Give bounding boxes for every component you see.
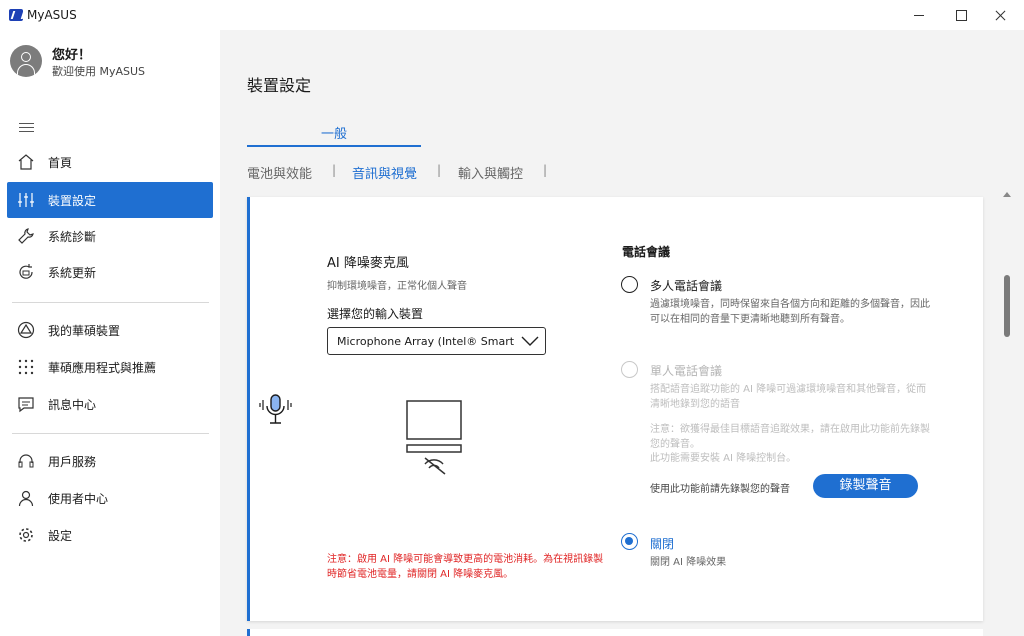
multi-conference-desc: 過濾環境噪音，同時保留來自各個方向和距離的多個聲音，因此可以在相同的音量下更清晰… xyxy=(650,299,930,325)
scrollbar-thumb[interactable] xyxy=(1004,275,1010,337)
headset-icon xyxy=(18,454,34,468)
sidebar-item-customer-support[interactable]: 用戶服務 xyxy=(7,443,213,479)
sidebar-item-system-update[interactable]: 系統更新 xyxy=(7,254,213,290)
record-voice-button[interactable]: 錄製聲音 xyxy=(813,474,918,498)
sidebar-item-label: 系統診斷 xyxy=(48,230,97,244)
sidebar-item-label: 訊息中心 xyxy=(48,398,97,412)
multi-conference-radio[interactable] xyxy=(621,276,638,293)
subtab-battery-performance[interactable]: 電池與效能 xyxy=(247,163,312,182)
page-title: 裝置設定 xyxy=(247,76,312,95)
sidebar-item-label: 華碩應用程式與推薦 xyxy=(48,361,157,375)
input-device-select[interactable]: Microphone Array (Intel® Smart Sound Tec… xyxy=(327,327,546,355)
next-card-edge xyxy=(247,629,983,636)
welcome-text: 歡迎使用 MyASUS xyxy=(52,65,146,78)
sidebar-item-label: 使用者中心 xyxy=(48,492,109,506)
feature-description: 抑制環境噪音，正常化個人聲音 xyxy=(327,281,467,292)
subtab-input-touch[interactable]: 輸入與觸控 xyxy=(458,163,523,182)
scrollbar[interactable] xyxy=(1003,190,1011,636)
sidebar-item-home[interactable]: 首頁 xyxy=(7,144,213,180)
menu-toggle-icon[interactable] xyxy=(19,122,34,133)
conference-section-title: 電話會議 xyxy=(622,245,671,259)
scroll-up-arrow-icon[interactable] xyxy=(1002,190,1012,198)
sidebar: 您好！ 歡迎使用 MyASUS 首頁 裝置設定 系統診斷 系統更新 我的華碩裝置… xyxy=(0,30,220,636)
update-icon xyxy=(19,264,33,279)
subtab-separator: | xyxy=(332,163,337,177)
sidebar-item-message-center[interactable]: 訊息中心 xyxy=(7,386,213,422)
single-conference-radio[interactable] xyxy=(621,361,638,378)
window-title: MyASUS xyxy=(27,8,77,22)
title-bar: MyASUS xyxy=(0,0,1024,30)
sidebar-item-user-center[interactable]: 使用者中心 xyxy=(7,480,213,516)
subtab-separator: | xyxy=(437,163,442,177)
off-desc: 關閉 AI 降噪效果 xyxy=(650,557,727,568)
sidebar-item-label: 系統更新 xyxy=(48,266,97,280)
avatar[interactable] xyxy=(10,45,42,77)
chevron-down-icon xyxy=(521,336,539,346)
sidebar-item-label: 裝置設定 xyxy=(48,194,97,208)
single-conference-note-2: 此功能需要安裝 AI 降噪控制台。 xyxy=(650,453,797,464)
sidebar-item-label: 首頁 xyxy=(48,156,73,170)
user-icon xyxy=(18,490,34,507)
off-label[interactable]: 關閉 xyxy=(650,535,674,552)
user-greeting: 您好！ xyxy=(52,48,92,63)
sidebar-item-label: 設定 xyxy=(48,529,73,543)
off-radio[interactable] xyxy=(621,533,638,550)
message-icon xyxy=(18,397,34,413)
sidebar-item-my-devices[interactable]: 我的華碩裝置 xyxy=(7,312,213,348)
wrench-icon xyxy=(18,228,34,244)
single-conference-desc: 搭配語音追蹤功能的 AI 降噪可過濾環境噪音和其他聲音，從而清晰地錄到您的語音 xyxy=(650,384,927,410)
input-device-value: Microphone Array (Intel® Smart Sound Tec… xyxy=(337,335,517,348)
sidebar-divider xyxy=(12,433,209,434)
tab-general[interactable]: 一般 xyxy=(247,123,421,147)
myasus-logo-icon xyxy=(9,9,23,21)
sidebar-item-device-settings[interactable]: 裝置設定 xyxy=(7,182,213,218)
single-conference-label[interactable]: 單人電話會議 xyxy=(650,362,722,379)
feature-title: AI 降噪麥克風 xyxy=(327,256,409,271)
record-voice-note: 使用此功能前請先錄製您的聲音 xyxy=(650,484,790,495)
input-device-label: 選擇您的輸入裝置 xyxy=(327,307,424,321)
single-conference-note: 注意：欲獲得最佳目標語音追蹤效果，請在啟用此功能前先錄製您的聲音。 xyxy=(650,424,930,450)
sidebar-item-settings[interactable]: 設定 xyxy=(7,517,213,553)
gear-icon xyxy=(19,528,33,542)
multi-conference-label[interactable]: 多人電話會議 xyxy=(650,277,722,294)
home-icon xyxy=(18,154,34,170)
sidebar-item-label: 用戶服務 xyxy=(48,455,97,469)
sidebar-item-apps[interactable]: 華碩應用程式與推薦 xyxy=(7,349,213,385)
minimize-button[interactable] xyxy=(895,0,941,30)
sidebar-item-diagnostics[interactable]: 系統診斷 xyxy=(7,218,213,254)
sliders-icon xyxy=(18,193,34,207)
subtab-separator: | xyxy=(543,163,548,177)
laptop-mic-off-icon xyxy=(406,400,462,475)
battery-warning: 注意：啟用 AI 降噪可能會導致更高的電池消耗。為在視訊錄製時節省電池電量，請關… xyxy=(327,554,604,580)
ai-microphone-icon xyxy=(259,394,292,424)
grid-dots-icon xyxy=(18,359,34,375)
triangle-circle-icon xyxy=(17,321,35,339)
sidebar-divider xyxy=(12,302,209,303)
close-button[interactable] xyxy=(978,0,1024,30)
subtab-audio-visual[interactable]: 音訊與視覺 xyxy=(352,163,417,182)
sidebar-item-label: 我的華碩裝置 xyxy=(48,324,121,338)
